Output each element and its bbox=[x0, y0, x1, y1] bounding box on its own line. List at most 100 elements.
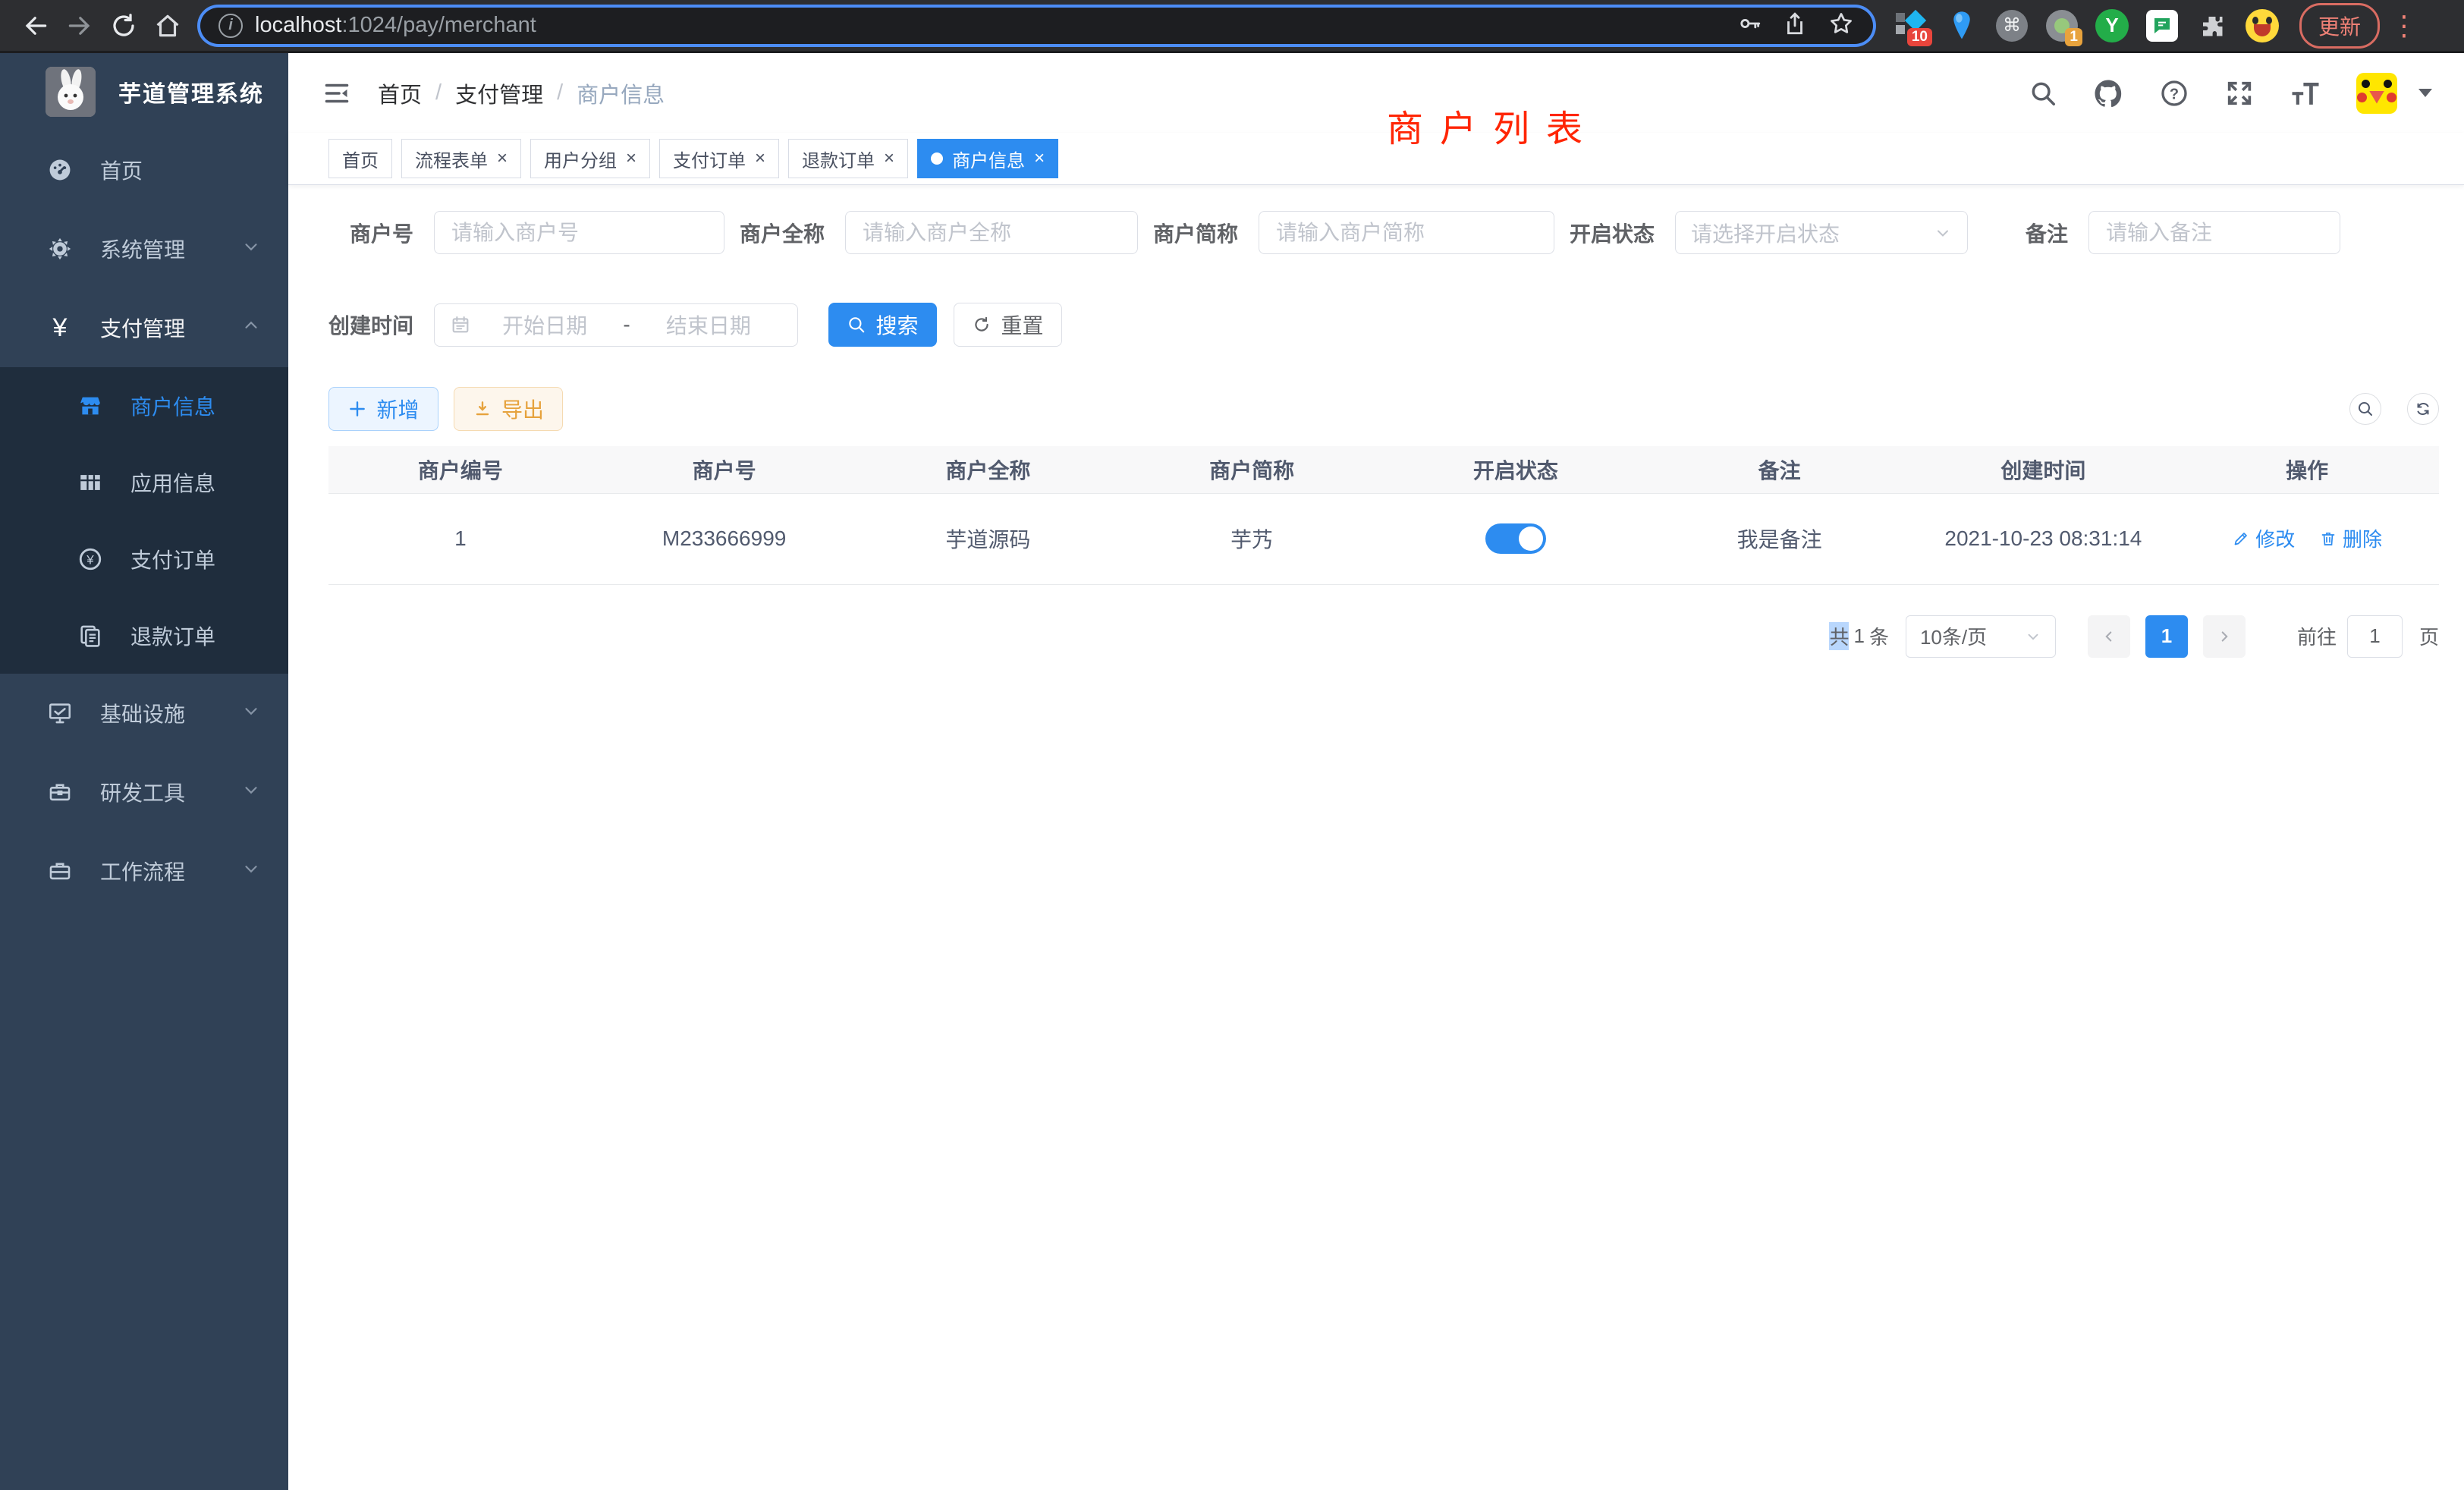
tab-pay-order[interactable]: 支付订单× bbox=[659, 139, 779, 178]
grid-table-icon bbox=[74, 470, 106, 495]
sidebar-item-dev-tools[interactable]: 研发工具 bbox=[0, 753, 288, 831]
add-button[interactable]: 新增 bbox=[328, 387, 438, 431]
help-icon[interactable]: ? bbox=[2159, 78, 2189, 108]
extension-pin-icon[interactable] bbox=[1944, 8, 1979, 43]
browser-home-icon[interactable] bbox=[146, 4, 190, 48]
tab-close-icon[interactable]: × bbox=[626, 149, 636, 168]
sidebar-item-pay-order[interactable]: ¥ 支付订单 bbox=[0, 520, 288, 597]
breadcrumb: 首页 / 支付管理 / 商户信息 bbox=[378, 77, 665, 109]
briefcase-icon bbox=[44, 858, 76, 884]
goto-label: 前往 bbox=[2297, 622, 2337, 650]
status-toggle[interactable] bbox=[1485, 523, 1546, 554]
browser-update-button[interactable]: 更新 bbox=[2299, 3, 2380, 49]
sidebar-item-payment[interactable]: ¥ 支付管理 bbox=[0, 288, 288, 367]
browser-back-icon[interactable] bbox=[14, 4, 58, 48]
toggle-search-button[interactable] bbox=[2349, 393, 2381, 425]
tab-close-icon[interactable]: × bbox=[497, 149, 508, 168]
header-search-icon[interactable] bbox=[2029, 79, 2057, 108]
avatar-dropdown-caret-icon[interactable] bbox=[2418, 89, 2432, 97]
short-name-input[interactable] bbox=[1259, 211, 1554, 254]
search-form-row-2: 创建时间 开始日期 - 结束日期 搜索 重置 bbox=[328, 303, 2439, 347]
prev-page-button[interactable] bbox=[2088, 615, 2130, 658]
tab-close-icon[interactable]: × bbox=[1034, 149, 1045, 168]
tab-close-icon[interactable]: × bbox=[884, 149, 894, 168]
tab-home[interactable]: 首页 bbox=[328, 139, 392, 178]
sidebar-item-app-info[interactable]: 应用信息 bbox=[0, 444, 288, 520]
table-header-row: 商户编号 商户号 商户全称 商户简称 开启状态 备注 创建时间 操作 bbox=[328, 446, 2439, 493]
search-icon bbox=[847, 315, 866, 335]
sidebar-item-workflow[interactable]: 工作流程 bbox=[0, 831, 288, 910]
remark-label: 备注 bbox=[1983, 218, 2068, 248]
chevron-left-icon bbox=[2101, 628, 2117, 645]
extension-badge: 10 bbox=[1907, 28, 1932, 46]
password-key-icon[interactable] bbox=[1736, 11, 1762, 40]
reset-button[interactable]: 重置 bbox=[954, 303, 1062, 347]
browser-menu-icon[interactable]: ⋮ bbox=[2390, 10, 2409, 42]
github-icon[interactable] bbox=[2092, 77, 2124, 109]
export-button[interactable]: 导出 bbox=[454, 387, 563, 431]
fullscreen-icon[interactable] bbox=[2224, 78, 2255, 108]
sidebar-item-system[interactable]: 系统管理 bbox=[0, 209, 288, 288]
refresh-icon bbox=[972, 315, 992, 335]
tab-refund-order[interactable]: 退款订单× bbox=[788, 139, 908, 178]
top-navbar: 首页 / 支付管理 / 商户信息 ? bbox=[288, 53, 2464, 133]
extension-chat-icon[interactable] bbox=[2145, 8, 2180, 43]
sidebar-item-infrastructure[interactable]: 基础设施 bbox=[0, 674, 288, 753]
profile-emoji-icon[interactable] bbox=[2245, 8, 2280, 43]
tab-user-group[interactable]: 用户分组× bbox=[530, 139, 650, 178]
refresh-table-button[interactable] bbox=[2407, 393, 2439, 425]
toolbox-icon bbox=[44, 779, 76, 805]
bookmark-star-icon[interactable] bbox=[1828, 10, 1855, 41]
documents-icon bbox=[74, 623, 106, 649]
browser-reload-icon[interactable] bbox=[102, 4, 146, 48]
pagination: 共 1 条 10条/页 1 前往 页 bbox=[328, 615, 2439, 658]
search-button[interactable]: 搜索 bbox=[828, 303, 937, 347]
url-bar[interactable]: i localhost:1024/pay/merchant bbox=[200, 8, 1873, 44]
font-size-icon[interactable] bbox=[2290, 77, 2321, 109]
browser-forward-icon[interactable] bbox=[58, 4, 102, 48]
extension-blob-icon[interactable]: 1 bbox=[2044, 8, 2079, 43]
user-avatar[interactable] bbox=[2356, 73, 2397, 114]
sidebar-logo[interactable]: 芋道管理系统 bbox=[0, 53, 288, 130]
sidebar-item-home[interactable]: 首页 bbox=[0, 130, 288, 209]
trash-icon bbox=[2319, 530, 2337, 548]
sidebar-menu: 首页 系统管理 ¥ 支付管理 bbox=[0, 130, 288, 910]
share-icon[interactable] bbox=[1782, 11, 1808, 40]
tags-view-bar: 首页 流程表单× 用户分组× 支付订单× 退款订单× 商户信息× bbox=[288, 133, 2464, 185]
goto-page-input[interactable] bbox=[2347, 615, 2403, 658]
breadcrumb-payment[interactable]: 支付管理 bbox=[455, 77, 543, 109]
merchant-no-input[interactable] bbox=[434, 211, 724, 254]
gear-icon bbox=[44, 236, 76, 262]
extension-diamond-icon[interactable]: 10 bbox=[1894, 8, 1929, 43]
page-number-button[interactable]: 1 bbox=[2145, 615, 2188, 658]
chevron-down-icon bbox=[241, 859, 261, 884]
create-time-label: 创建时间 bbox=[328, 310, 413, 340]
cell-merchant-id: 1 bbox=[328, 493, 592, 584]
yen-icon: ¥ bbox=[44, 315, 76, 341]
site-info-icon[interactable]: i bbox=[218, 14, 243, 38]
extension-badge: 1 bbox=[2065, 28, 2082, 46]
tab-close-icon[interactable]: × bbox=[755, 149, 765, 168]
edit-link[interactable]: 修改 bbox=[2232, 524, 2295, 552]
page-size-select[interactable]: 10条/页 bbox=[1906, 615, 2056, 658]
breadcrumb-current: 商户信息 bbox=[577, 77, 665, 109]
col-status: 开启状态 bbox=[1384, 446, 1648, 493]
tab-process-form[interactable]: 流程表单× bbox=[401, 139, 521, 178]
breadcrumb-home[interactable]: 首页 bbox=[378, 77, 422, 109]
next-page-button[interactable] bbox=[2203, 615, 2246, 658]
sidebar-item-refund-order[interactable]: 退款订单 bbox=[0, 597, 288, 674]
chevron-up-icon bbox=[241, 316, 261, 341]
extensions-puzzle-icon[interactable] bbox=[2195, 8, 2230, 43]
tab-merchant-info[interactable]: 商户信息× bbox=[917, 139, 1058, 178]
extension-cmd-icon[interactable]: ⌘ bbox=[1994, 8, 2029, 43]
sidebar-item-merchant-info[interactable]: 商户信息 bbox=[0, 367, 288, 444]
remark-input[interactable] bbox=[2088, 211, 2340, 254]
delete-link[interactable]: 删除 bbox=[2319, 524, 2382, 552]
sidebar-collapse-icon[interactable] bbox=[323, 80, 350, 107]
full-name-input[interactable] bbox=[845, 211, 1138, 254]
chevron-down-icon bbox=[241, 780, 261, 805]
status-select[interactable]: 请选择开启状态 bbox=[1675, 211, 1968, 254]
col-actions: 操作 bbox=[2175, 446, 2439, 493]
create-time-range-picker[interactable]: 开始日期 - 结束日期 bbox=[434, 303, 798, 347]
extension-y-icon[interactable]: Y bbox=[2095, 8, 2129, 43]
